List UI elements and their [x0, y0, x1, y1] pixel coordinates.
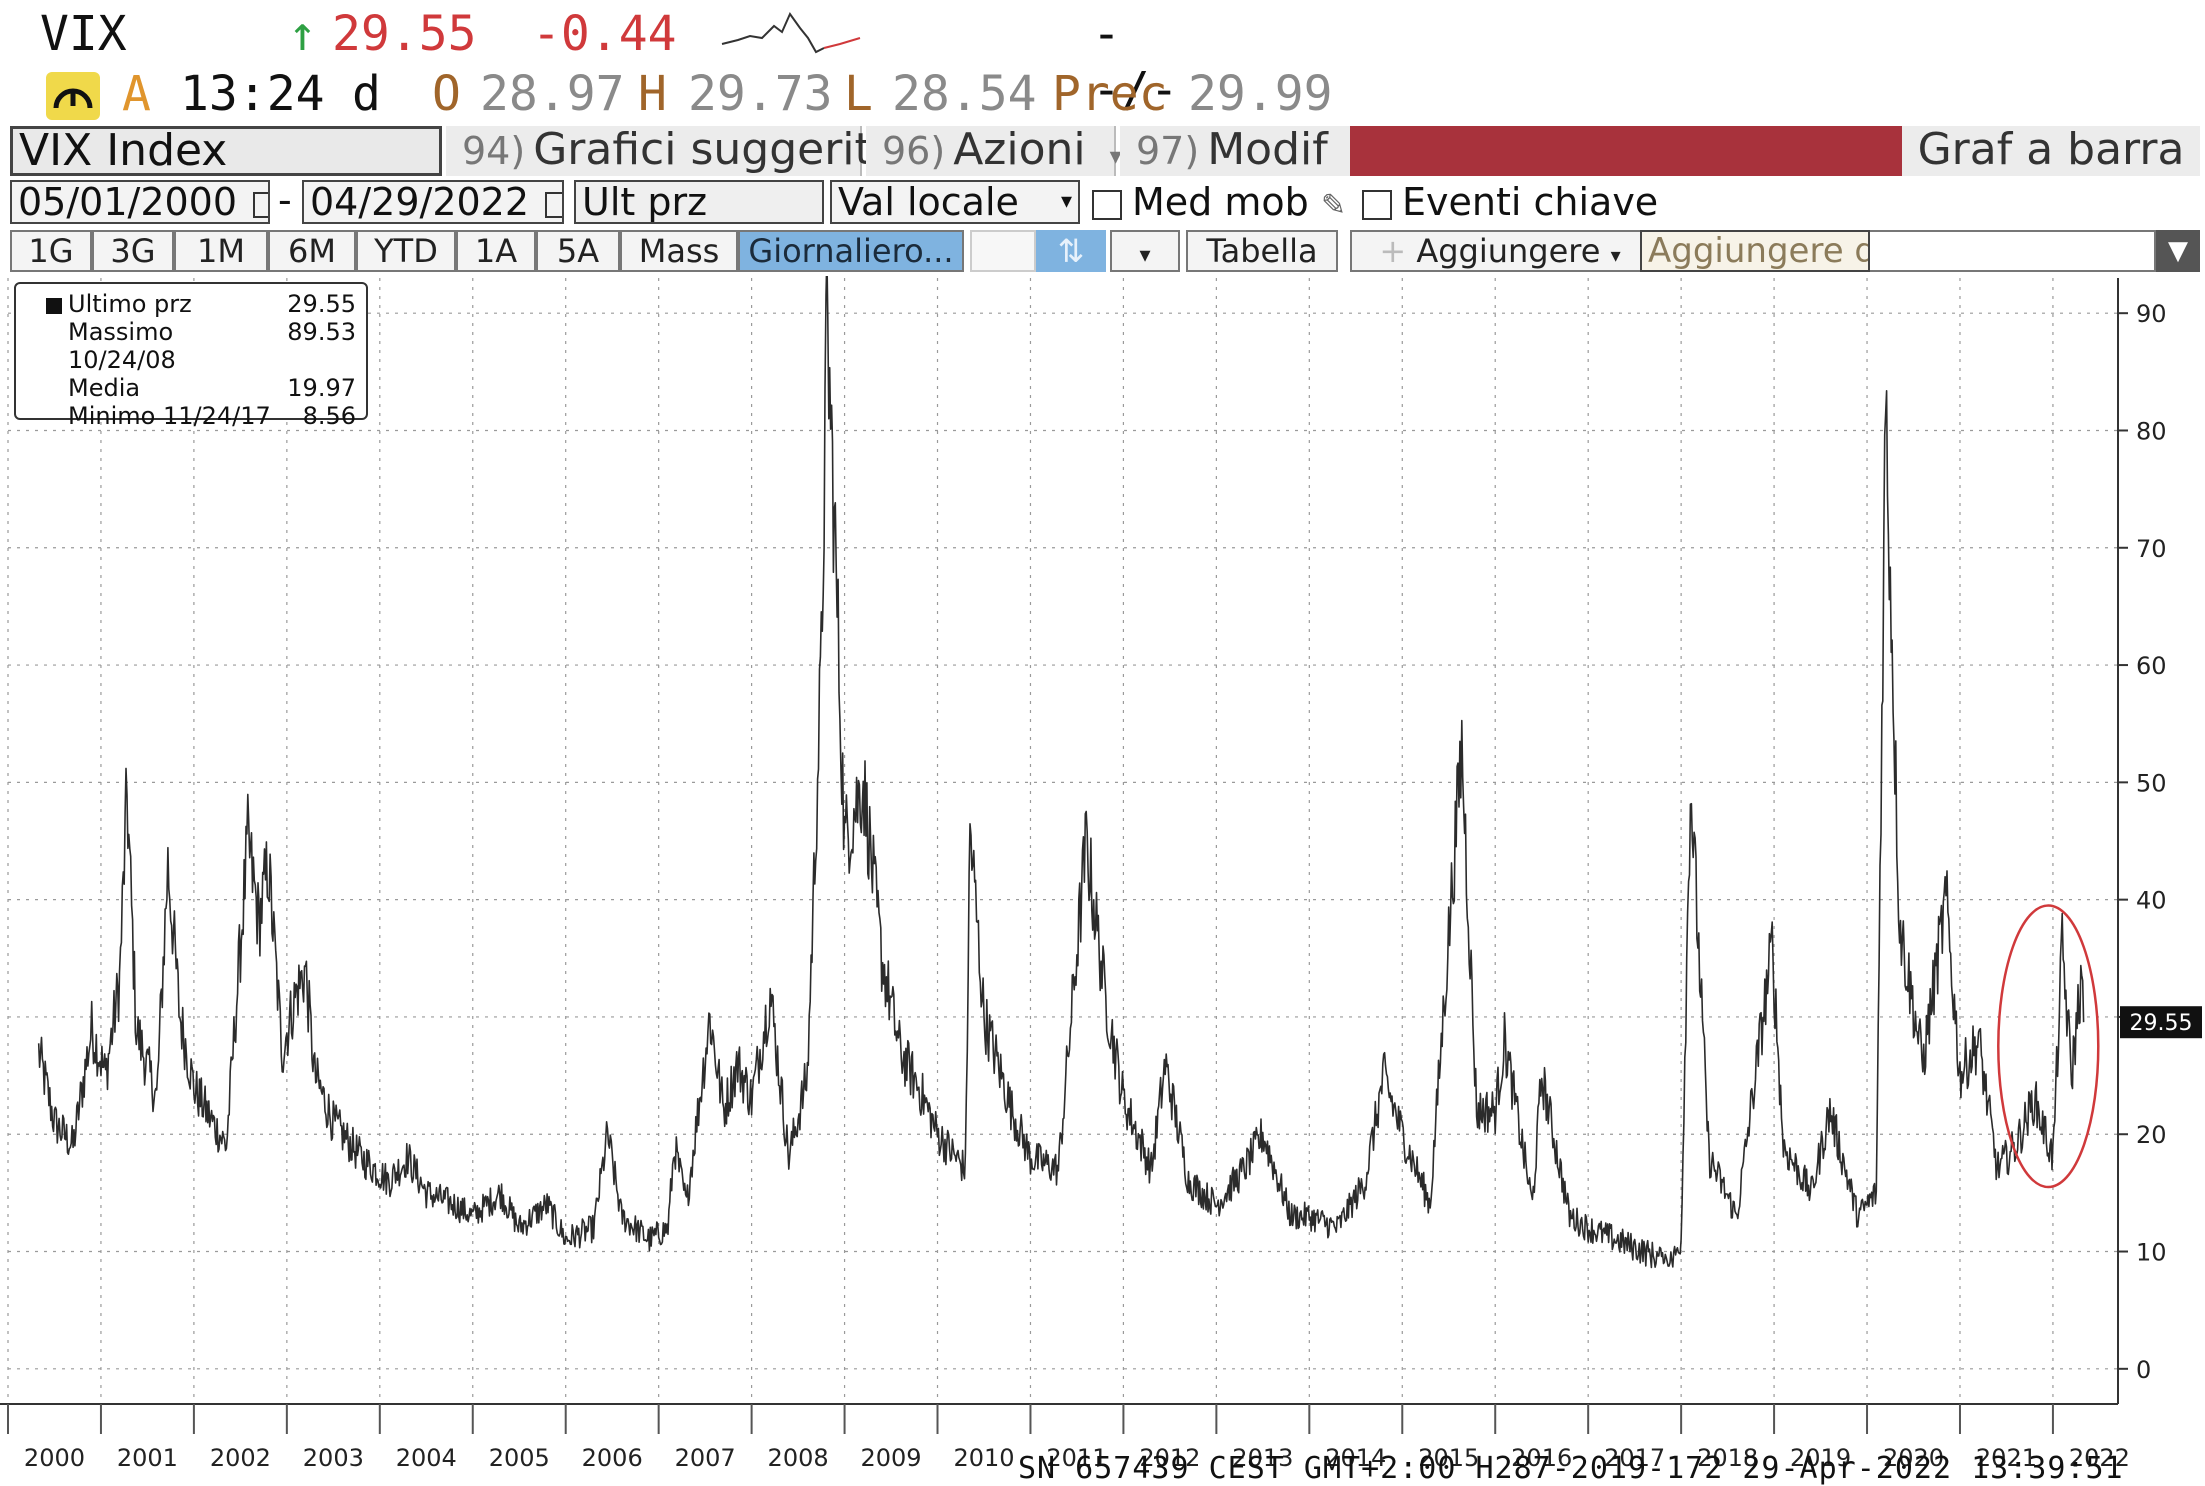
- collapse-icon[interactable]: ▼: [2156, 230, 2200, 272]
- footer-info: SN 657439 CEST GMT+2:00 H287-2019-172 29…: [1018, 1451, 2124, 1486]
- chevron-down-icon: ▾: [1139, 243, 1151, 268]
- red-bar: [1350, 126, 1902, 176]
- y-tick-label: 40: [2136, 887, 2167, 915]
- x-tick-label: 2008: [768, 1444, 829, 1472]
- y-tick-label: 20: [2136, 1121, 2167, 1149]
- bar-chart-button[interactable]: Graf a barra: [1902, 126, 2200, 176]
- y-tick-label: 0: [2136, 1356, 2151, 1384]
- chart-toolbar: VIX Index 94) Grafici suggeriti 96) Azioni…: [10, 126, 2200, 176]
- legend-row: Media 19.97: [68, 374, 356, 402]
- date-row: 05/01/2000 - 04/29/2022 Ult prz Val loca…: [10, 180, 2200, 224]
- y-tick-label: 10: [2136, 1239, 2167, 1267]
- x-tick-label: 2003: [303, 1444, 364, 1472]
- start-date-field[interactable]: 05/01/2000: [10, 180, 270, 224]
- period-1g[interactable]: 1G: [10, 230, 92, 272]
- annotation-layer: [1997, 904, 2100, 1189]
- period-3g[interactable]: 3G: [92, 230, 174, 272]
- x-tick-label: 2002: [210, 1444, 271, 1472]
- legend-row: Minimo 11/24/17 8.56: [68, 402, 356, 430]
- add-input-field[interactable]: [1870, 230, 2156, 272]
- x-tick-label: 2001: [117, 1444, 178, 1472]
- add-input[interactable]: Aggiungere d: [1640, 230, 1870, 272]
- options-dropdown[interactable]: ▾: [1110, 230, 1180, 272]
- moving-avg-checkbox[interactable]: Med mob ✎: [1092, 180, 1346, 228]
- period-ytd[interactable]: YTD: [356, 230, 456, 272]
- x-tick-label: 2009: [861, 1444, 922, 1472]
- chart-legend: Ultimo prz 29.55 Massimo 10/24/08 89.53 Me…: [14, 282, 368, 430]
- frequency-select[interactable]: Giornaliero...: [738, 230, 964, 272]
- period-5a[interactable]: 5A: [536, 230, 620, 272]
- date-separator: -: [278, 178, 292, 222]
- y-tick-label: 70: [2136, 535, 2167, 563]
- open-value: 28.97: [480, 66, 625, 122]
- calendar-icon[interactable]: [545, 191, 562, 218]
- chevron-down-icon: ▾: [1060, 189, 1072, 214]
- high-value: 29.73: [688, 66, 833, 122]
- key-events-checkbox[interactable]: Eventi chiave: [1362, 180, 1658, 224]
- y-tick-label: 80: [2136, 417, 2167, 445]
- quote-time: 13:24: [180, 66, 325, 122]
- ticker: VIX: [40, 6, 127, 62]
- sort-icon[interactable]: ⇅: [1036, 230, 1106, 272]
- tab-suggested-charts[interactable]: 94) Grafici suggeriti: [446, 126, 884, 176]
- legend-swatch-icon: [46, 298, 62, 314]
- x-tick-label: 2010: [953, 1444, 1014, 1472]
- low-value: 28.54: [892, 66, 1037, 122]
- y-axis: 010203040506070809029.55: [2117, 278, 2202, 1404]
- x-tick-label: 2000: [24, 1444, 85, 1472]
- price-change: -0.44: [532, 6, 677, 62]
- chevron-down-icon: ▾: [1610, 243, 1621, 267]
- last-value-label: 29.55: [2130, 1011, 2193, 1036]
- period-6m[interactable]: 6M: [268, 230, 356, 272]
- quote-time-suffix: d: [352, 66, 381, 122]
- x-tick-label: 2006: [582, 1444, 643, 1472]
- chart-grid: [7, 278, 2118, 1404]
- y-tick-label: 50: [2136, 769, 2167, 797]
- period-row: 1G 3G 1M 6M YTD 1A 5A Mass Giornaliero..…: [10, 230, 2200, 274]
- quote-letter: A: [122, 66, 151, 122]
- x-tick-label: 2007: [675, 1444, 736, 1472]
- tab-edit[interactable]: 97)Modif ▾: [1120, 126, 1364, 176]
- security-label: VIX Index: [19, 126, 228, 176]
- checkbox-icon[interactable]: [1092, 189, 1122, 220]
- tab-actions[interactable]: 96) Azioni ▾: [866, 126, 1122, 176]
- last-price: 29.55: [332, 6, 477, 62]
- legend-row: Ultimo prz 29.55: [68, 290, 356, 318]
- prev-value: 29.99: [1188, 66, 1333, 122]
- pencil-icon[interactable]: ✎: [1321, 188, 1346, 223]
- annotation-ellipse: [1997, 904, 2100, 1189]
- line-style-button[interactable]: [970, 230, 1036, 272]
- high-label: H: [638, 66, 667, 122]
- y-tick-label: 90: [2136, 300, 2167, 328]
- period-1a[interactable]: 1A: [456, 230, 536, 272]
- period-1m[interactable]: 1M: [174, 230, 268, 272]
- currency-select[interactable]: Val locale ▾: [830, 180, 1080, 224]
- y-tick-label: 60: [2136, 652, 2167, 680]
- field-select[interactable]: Ult prz: [574, 180, 824, 224]
- prev-label: Prec: [1052, 66, 1168, 122]
- x-tick-label: 2005: [489, 1444, 550, 1472]
- checkbox-icon[interactable]: [1362, 189, 1392, 220]
- vix-chart: 010203040506070809029.55 200020012002200…: [0, 276, 2202, 1472]
- low-label: L: [844, 66, 873, 122]
- quote-details: A 13:24 d O 28.97 H 29.73 L 28.54 Prec 2…: [12, 66, 1412, 126]
- up-arrow-icon: ↑: [288, 6, 317, 62]
- legend-row: Massimo 10/24/08 89.53: [68, 318, 356, 374]
- table-button[interactable]: Tabella: [1186, 230, 1338, 272]
- period-mass[interactable]: Mass: [620, 230, 738, 272]
- x-tick-label: 2004: [396, 1444, 457, 1472]
- add-button[interactable]: + Aggiungere ▾: [1350, 230, 1650, 272]
- end-date-field[interactable]: 04/29/2022: [302, 180, 564, 224]
- security-field[interactable]: VIX Index: [10, 126, 442, 176]
- plus-icon: +: [1379, 232, 1407, 270]
- calendar-icon[interactable]: [253, 191, 268, 218]
- speedometer-icon: [46, 72, 100, 120]
- sparkline-icon: [721, 11, 861, 54]
- open-label: O: [432, 66, 461, 122]
